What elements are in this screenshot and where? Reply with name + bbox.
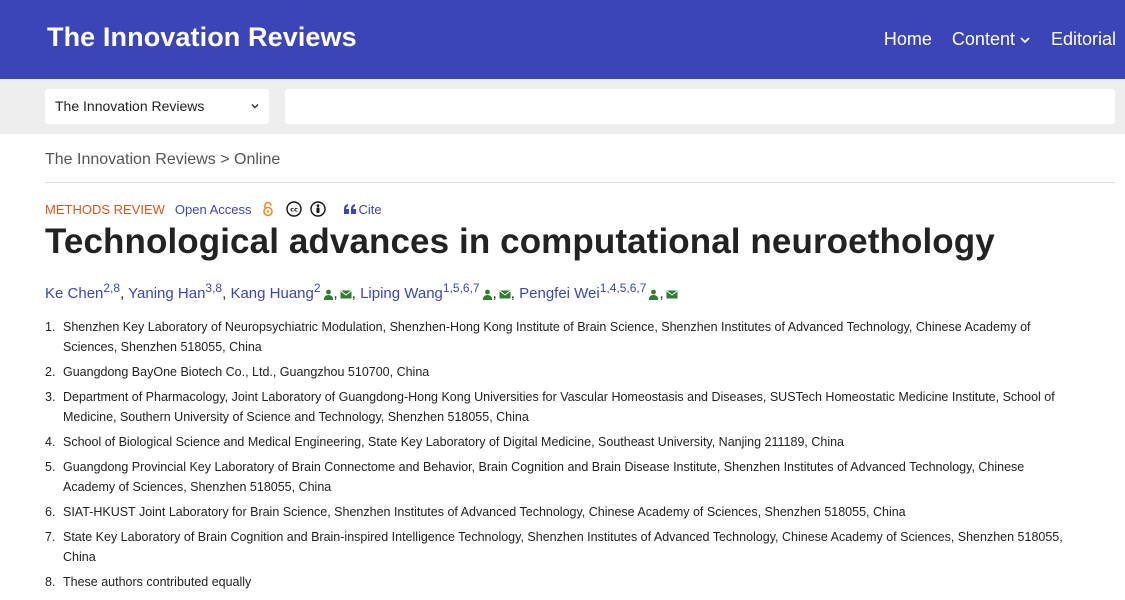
article-title: Technological advances in computational … <box>45 222 995 261</box>
icon-separator: , <box>333 285 338 302</box>
author-affiliation-refs[interactable]: 2 <box>314 281 321 295</box>
author-affiliation-refs[interactable]: 2,8 <box>103 281 120 295</box>
author-name[interactable]: Ke Chen <box>45 285 103 302</box>
affiliation-text: Guangdong Provincial Key Laboratory of B… <box>63 460 1025 494</box>
email-icon[interactable] <box>666 290 678 299</box>
search-bar: The Innovation Reviews <box>0 79 1125 134</box>
search-scope-value: The Innovation Reviews <box>55 98 205 114</box>
affiliation-number: 7. <box>45 530 56 544</box>
affiliation-number: 2. <box>45 365 56 379</box>
affiliation-text: These authors contributed equally <box>63 575 252 589</box>
author-separator: , <box>351 285 361 302</box>
nav-home[interactable]: Home <box>884 29 932 50</box>
main-nav: Home Content Editorial <box>864 29 1116 50</box>
affiliation-text: SIAT-HKUST Joint Laboratory for Brain Sc… <box>63 505 906 519</box>
chevron-down-icon <box>1020 36 1030 43</box>
author-affiliation-refs[interactable]: 1,5,6,7 <box>443 281 480 295</box>
affiliation-number: 6. <box>45 505 56 519</box>
affiliation-number: 1. <box>45 320 56 334</box>
breadcrumb: The Innovation Reviews > Online <box>45 151 280 169</box>
open-access-label: Open Access <box>174 201 252 217</box>
affiliation-item: 7. State Key Laboratory of Brain Cognitio… <box>45 527 1075 567</box>
email-icon[interactable] <box>340 290 352 299</box>
icon-separator: , <box>659 285 664 302</box>
cite-label: Cite <box>358 201 382 217</box>
affiliation-item: 6. SIAT-HKUST Joint Laboratory for Brain … <box>45 502 1075 522</box>
author-name[interactable]: Pengfei Wei <box>519 285 600 302</box>
breadcrumb-current[interactable]: Online <box>234 151 280 168</box>
affiliation-item: 5. Guangdong Provincial Key Laboratory of… <box>45 457 1075 497</box>
cc-by-icon[interactable] <box>309 201 326 217</box>
affiliation-text: Department of Pharmacology, Joint Labora… <box>63 390 1055 424</box>
affiliation-item: 3. Department of Pharmacology, Joint Labo… <box>45 387 1075 427</box>
person-icon <box>649 289 659 300</box>
quote-icon <box>343 204 356 214</box>
author-list: Ke Chen2,8, Yaning Han3,8, Kang Huang2,,… <box>45 281 678 302</box>
person-icon <box>482 289 492 300</box>
affiliation-item: 4. School of Biological Science and Medic… <box>45 432 1075 452</box>
nav-content[interactable]: Content <box>952 29 1031 50</box>
affiliation-text: School of Biological Science and Medical… <box>63 435 845 449</box>
author-name[interactable]: Yaning Han <box>128 285 205 302</box>
author-name[interactable]: Liping Wang <box>360 285 443 302</box>
author-affiliation-refs[interactable]: 3,8 <box>205 281 222 295</box>
affiliation-number: 4. <box>45 435 56 449</box>
article-type: METHODS REVIEW <box>45 201 165 217</box>
author-name[interactable]: Kang Huang <box>230 285 313 302</box>
search-input[interactable] <box>285 89 1115 124</box>
breadcrumb-separator: > <box>215 151 234 168</box>
affiliation-item: 8. These authors contributed equally <box>45 572 1075 592</box>
breadcrumb-root[interactable]: The Innovation Reviews <box>45 151 216 168</box>
nav-home-label: Home <box>883 29 932 49</box>
affiliation-item: 1. Shenzhen Key Laboratory of Neuropsychi… <box>45 317 1075 357</box>
email-icon[interactable] <box>499 290 511 299</box>
affiliation-number: 3. <box>45 390 56 404</box>
affiliation-number: 5. <box>45 460 56 474</box>
article-meta: METHODS REVIEW Open Access cc Cite <box>45 201 382 217</box>
author-separator: , <box>120 285 129 302</box>
nav-content-label: Content <box>951 29 1015 49</box>
divider <box>45 182 1115 183</box>
cite-button[interactable]: Cite <box>343 201 382 217</box>
affiliation-text: Shenzhen Key Laboratory of Neuropsychiat… <box>63 320 1031 354</box>
nav-editorial-label: Editorial <box>1050 29 1116 49</box>
affiliation-number: 8. <box>45 575 56 589</box>
person-icon <box>323 289 333 300</box>
affiliation-list: 1. Shenzhen Key Laboratory of Neuropsychi… <box>45 317 1075 597</box>
site-brand[interactable]: The Innovation Reviews <box>47 22 357 53</box>
author-separator: , <box>510 285 520 302</box>
affiliation-text: Guangdong BayOne Biotech Co., Ltd., Guan… <box>63 365 430 379</box>
svg-text:cc: cc <box>290 206 298 214</box>
site-header: The Innovation Reviews Home Content Edit… <box>0 0 1125 79</box>
affiliation-text: State Key Laboratory of Brain Cognition … <box>63 530 1063 564</box>
chevron-down-icon <box>251 103 259 109</box>
icon-separator: , <box>492 285 497 302</box>
author-affiliation-refs[interactable]: 1,4,5,6,7 <box>600 281 647 295</box>
nav-editorial[interactable]: Editorial <box>1051 29 1116 50</box>
affiliation-item: 2. Guangdong BayOne Biotech Co., Ltd., Gu… <box>45 362 1075 382</box>
open-access-icon <box>262 201 274 217</box>
cc-license-icon[interactable]: cc <box>285 201 302 217</box>
search-scope-select[interactable]: The Innovation Reviews <box>45 89 269 124</box>
